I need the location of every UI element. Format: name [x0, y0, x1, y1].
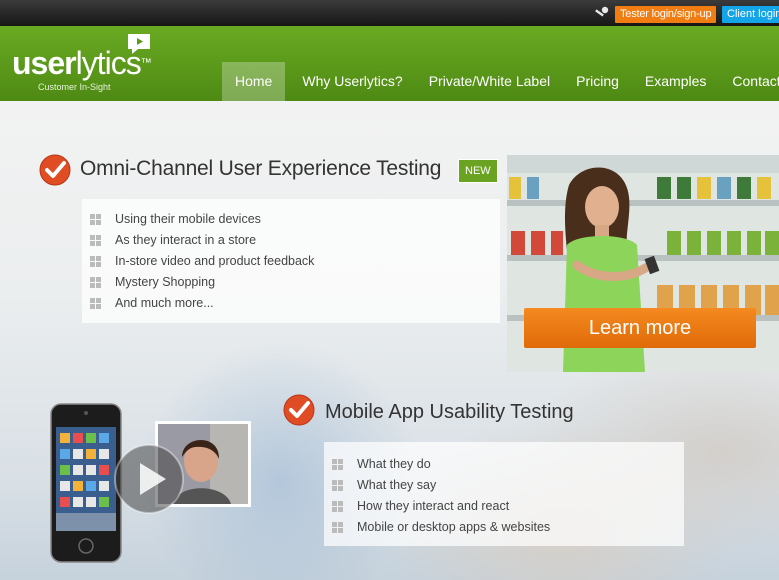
list-item-label: Mobile or desktop apps & websites — [357, 520, 551, 534]
bullet-grid-icon — [90, 235, 101, 246]
list-item-label: What they do — [357, 457, 431, 471]
list-item: In-store video and product feedback — [90, 251, 314, 272]
bullet-grid-icon — [90, 256, 101, 267]
list-item: Using their mobile devices — [90, 209, 314, 230]
list-item: What they do — [332, 454, 550, 475]
bullet-grid-icon — [332, 459, 343, 470]
nav-item-examples[interactable]: Examples — [632, 62, 719, 101]
list-item: Mobile or desktop apps & websites — [332, 517, 550, 538]
bullet-grid-icon — [332, 480, 343, 491]
main-nav: Home Why Userlytics? Private/White Label… — [222, 62, 779, 101]
list-item-label: As they interact in a store — [115, 233, 257, 247]
new-badge: NEW — [458, 159, 498, 183]
list-item: As they interact in a store — [90, 230, 314, 251]
bullet-grid-icon — [332, 501, 343, 512]
list-item: And much more... — [90, 293, 314, 314]
top-utility-bar: Tester login/sign-up Client login — [0, 0, 779, 26]
list-item-label: In-store video and product feedback — [115, 254, 315, 268]
nav-item-pricing[interactable]: Pricing — [563, 62, 632, 101]
nav-item-contact-us[interactable]: Contact us — [719, 62, 779, 101]
mobile-app-feature-box: What they do What they say How they inte… — [324, 442, 684, 546]
check-icon — [39, 154, 71, 186]
client-login-button[interactable]: Client login — [722, 6, 779, 23]
list-item-label: What they say — [357, 478, 437, 492]
list-item-label: And much more... — [115, 296, 214, 310]
hero-banner: Omni-Channel User Experience Testing NEW… — [0, 101, 779, 580]
omni-channel-feature-list: Using their mobile devices As they inter… — [90, 209, 314, 314]
mobile-app-heading: Mobile App Usability Testing — [325, 401, 574, 423]
nav-item-home[interactable]: Home — [222, 62, 286, 101]
list-item-label: Mystery Shopping — [115, 275, 216, 289]
list-item: Mystery Shopping — [90, 272, 314, 293]
omni-channel-feature-box: Using their mobile devices As they inter… — [82, 199, 500, 323]
logo-tagline: Customer In-Sight — [38, 82, 111, 92]
check-icon — [283, 394, 315, 426]
bullet-grid-icon — [90, 298, 101, 309]
list-item: What they say — [332, 475, 550, 496]
list-item: How they interact and react — [332, 496, 550, 517]
tester-login-button[interactable]: Tester login/sign-up — [615, 6, 717, 23]
site-header: userlytics™ Customer In-Sight Home Why U… — [0, 26, 779, 101]
nav-item-private-white-label[interactable]: Private/White Label — [416, 62, 563, 101]
bullet-grid-icon — [90, 214, 101, 225]
key-icon — [595, 6, 609, 17]
bullet-grid-icon — [90, 277, 101, 288]
nav-item-why-userlytics[interactable]: Why Userlytics? — [289, 62, 415, 101]
learn-more-button[interactable]: Learn more — [524, 308, 756, 348]
mobile-app-feature-list: What they do What they say How they inte… — [332, 454, 550, 538]
smartphone-image — [50, 403, 122, 563]
list-item-label: How they interact and react — [357, 499, 510, 513]
bullet-grid-icon — [332, 522, 343, 533]
omni-channel-heading: Omni-Channel User Experience Testing — [80, 157, 442, 180]
chat-bubble-icon — [128, 34, 150, 54]
play-icon[interactable] — [113, 443, 185, 515]
list-item-label: Using their mobile devices — [115, 212, 261, 226]
